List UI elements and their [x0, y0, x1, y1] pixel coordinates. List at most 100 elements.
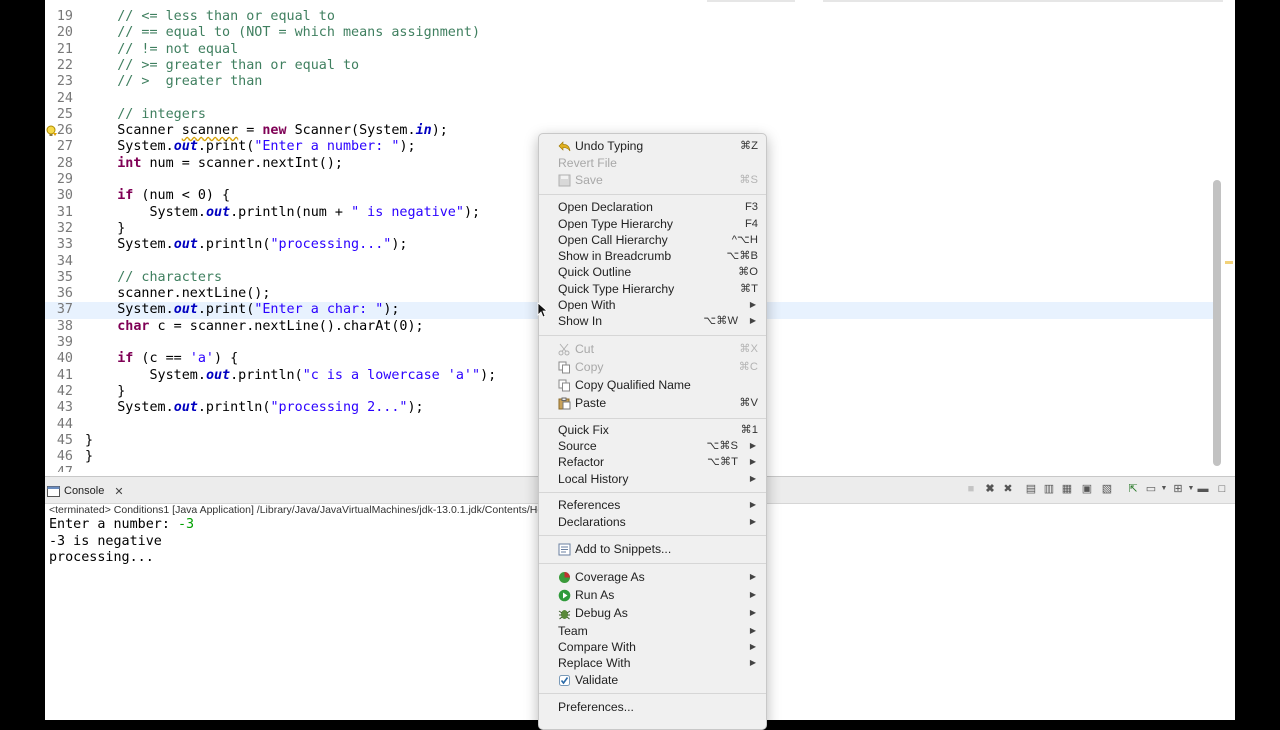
clear-console-icon[interactable]: ▤ [1025, 483, 1037, 495]
remove-launch-icon[interactable]: ✖ [984, 483, 996, 495]
menu-item-copy-qualified-name[interactable]: Copy Qualified Name [539, 376, 766, 394]
menu-item-validate[interactable]: Validate [539, 671, 766, 689]
copy-icon [558, 379, 570, 392]
code-token: ) { [214, 351, 239, 367]
menu-item-shortcut: ⌘V [739, 397, 758, 409]
menu-item-label: Copy [575, 360, 604, 374]
line-number: 37 [56, 302, 73, 318]
overview-ruler-marker[interactable] [1225, 261, 1233, 264]
code-token: // integers [117, 106, 206, 122]
menu-item-label: References [558, 498, 621, 512]
menu-item-label: Replace With [558, 656, 631, 670]
show-on-output-icon[interactable]: ▣ [1081, 483, 1093, 495]
terminate-icon[interactable]: ■ [965, 483, 977, 495]
close-icon[interactable]: ✕ [114, 485, 123, 498]
menu-item-label: Quick Outline [558, 265, 632, 279]
menu-separator [539, 418, 766, 419]
open-console-icon[interactable]: ⊞ [1172, 483, 1184, 495]
menu-item-coverage-as[interactable]: Coverage As ▶ [539, 568, 766, 586]
code-token: ); [463, 204, 481, 220]
code-token: if [117, 188, 134, 204]
menu-item-references[interactable]: References ▶ [539, 496, 766, 514]
menu-item-revert-file[interactable]: Revert File [539, 154, 766, 172]
code-text: // characters [85, 270, 222, 286]
code-text: if (num < 0) { [85, 188, 230, 204]
editor-vertical-scrollbar[interactable] [1213, 180, 1221, 466]
code-token: .print( [197, 302, 255, 318]
run-icon [558, 589, 571, 602]
code-line[interactable]: 21 // != not equal [45, 42, 1221, 58]
code-token: ); [399, 139, 416, 155]
chevron-down-icon[interactable]: ▼ [1185, 483, 1197, 495]
menu-item-undo-typing[interactable]: Undo Typing ⌘Z [539, 137, 766, 155]
line-number: 47 [45, 465, 73, 472]
menu-item-preferences[interactable]: Preferences... [539, 698, 766, 716]
code-token: char [117, 318, 150, 334]
code-line[interactable]: 22 // >= greater than or equal to [45, 58, 1221, 74]
menu-item-cut[interactable]: Cut ⌘X [539, 340, 766, 358]
show-on-error-icon[interactable]: ▧ [1101, 483, 1113, 495]
code-line[interactable]: 20 // == equal to (NOT = which means ass… [45, 25, 1221, 41]
menu-item-debug-as[interactable]: Debug As ▶ [539, 604, 766, 622]
scroll-lock-icon[interactable]: ▥ [1043, 483, 1055, 495]
copy-icon [558, 361, 570, 374]
menu-item-quick-outline[interactable]: Quick Outline ⌘O [539, 263, 766, 281]
menu-item-label: Add to Snippets... [575, 542, 672, 556]
code-token: // <= less than or equal to [117, 9, 335, 24]
code-token: (c == [133, 351, 190, 367]
pin-console-icon[interactable]: ⇱ [1127, 483, 1139, 495]
line-number: 46 [56, 449, 73, 465]
minimize-icon[interactable]: ▬ [1197, 483, 1209, 495]
code-line[interactable]: 19 // <= less than or equal to [45, 9, 1221, 25]
console-icon [47, 485, 60, 497]
word-wrap-icon[interactable]: ▦ [1061, 483, 1073, 495]
paste-icon [558, 397, 571, 410]
code-token: out [173, 400, 198, 416]
console-tab-label: Console [64, 485, 105, 497]
line-number: 35 [56, 269, 73, 285]
code-text: System.out.println("processing..."); [85, 237, 407, 253]
code-line[interactable]: 25 // integers [45, 107, 1221, 123]
menu-item-show-in[interactable]: Show In ⌥⌘W ▶ [539, 312, 766, 330]
menu-item-local-history[interactable]: Local History ▶ [539, 470, 766, 488]
submenu-arrow-icon: ▶ [749, 474, 756, 483]
code-token: "Enter a number: " [254, 139, 400, 155]
code-line[interactable]: 23 // > greater than [45, 74, 1221, 90]
remove-all-terminated-icon[interactable]: ✖ [1002, 483, 1014, 495]
snippet-icon [558, 543, 571, 556]
maximize-icon[interactable]: □ [1216, 483, 1228, 495]
tab-console[interactable]: Console ✕ [47, 481, 124, 501]
menu-item-label: Save [575, 173, 603, 187]
menu-item-paste[interactable]: Paste ⌘V [539, 394, 766, 412]
chevron-down-icon[interactable]: ▼ [1158, 483, 1170, 495]
code-line[interactable]: 24 [45, 91, 1221, 107]
line-number: 45 [56, 432, 73, 448]
code-token: out [173, 302, 198, 318]
menu-item-label: Revert File [558, 156, 617, 170]
menu-item-label: Refactor [558, 455, 605, 469]
menu-item-refactor[interactable]: Refactor ⌥⌘T ▶ [539, 453, 766, 471]
menu-item-declarations[interactable]: Declarations ▶ [539, 513, 766, 531]
menu-item-open-declaration[interactable]: Open Declaration F3 [539, 198, 766, 216]
menu-item-label: Coverage As [575, 570, 645, 584]
save-icon [558, 174, 571, 187]
menu-item-replace-with[interactable]: Replace With ▶ [539, 654, 766, 672]
menu-item-copy[interactable]: Copy ⌘C [539, 358, 766, 376]
line-number: 23 [56, 74, 73, 90]
code-token: System. [85, 367, 206, 383]
display-selected-console-icon[interactable]: ▭ [1145, 483, 1157, 495]
code-text: } [85, 221, 125, 237]
menu-item-shortcut: ⌥⌘T [707, 456, 738, 468]
menu-item-save[interactable]: Save ⌘S [539, 171, 766, 189]
submenu-arrow-icon: ▶ [749, 517, 756, 526]
menu-item-label: Undo Typing [575, 139, 644, 153]
menu-item-add-to-snippets[interactable]: Add to Snippets... [539, 540, 766, 558]
code-token: (num < 0) { [133, 188, 231, 204]
warning-lightbulb-icon[interactable] [46, 125, 58, 137]
submenu-arrow-icon: ▶ [749, 658, 756, 667]
menu-item-run-as[interactable]: Run As ▶ [539, 586, 766, 604]
menu-item-label: Open Declaration [558, 200, 653, 214]
code-token: // >= greater than or equal to [117, 57, 360, 73]
